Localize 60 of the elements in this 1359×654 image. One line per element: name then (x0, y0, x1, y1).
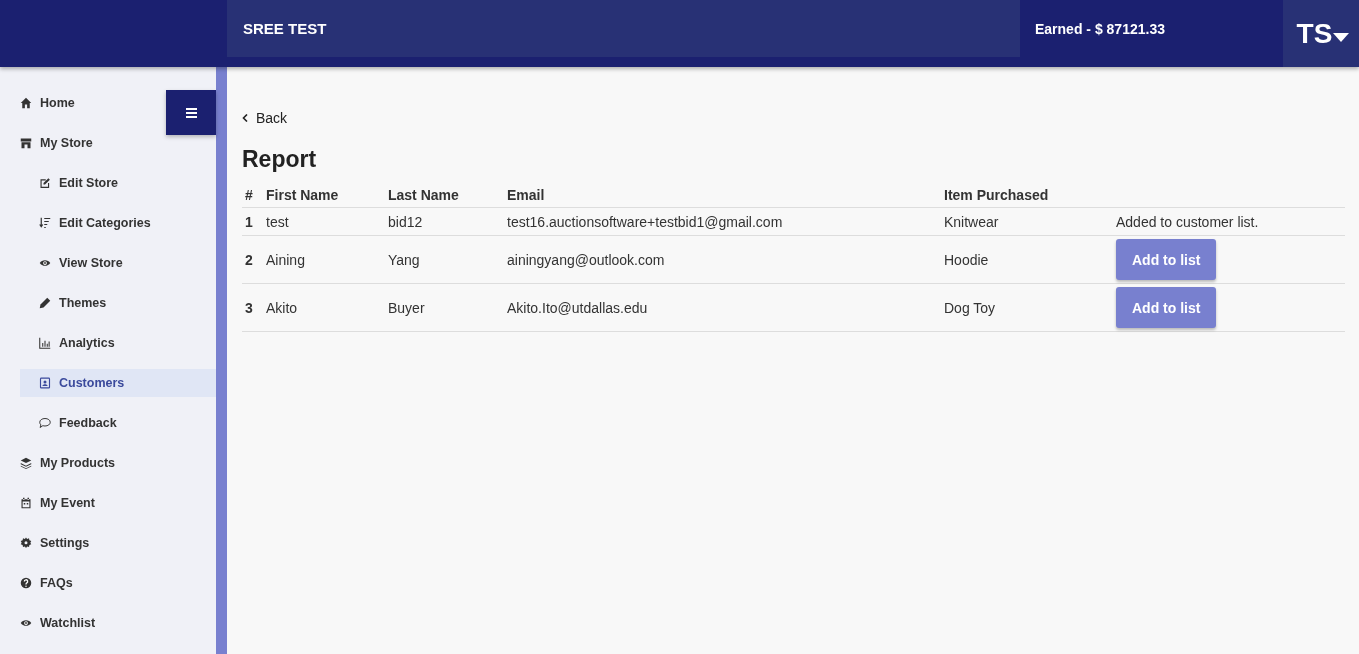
column-header: # (245, 187, 253, 203)
calendar-icon (20, 497, 32, 509)
back-link[interactable]: Back (242, 110, 288, 126)
add-to-list-button[interactable]: Add to list (1116, 239, 1217, 280)
sidebar-subitem[interactable]: Analytics (20, 329, 216, 357)
sidebar-item[interactable]: Watchlist (20, 609, 102, 637)
table-cell: ainingyang@outlook.com (507, 251, 665, 268)
column-header: Last Name (388, 187, 459, 203)
caret-icon (1333, 32, 1350, 43)
table-cell: Akito (266, 299, 298, 316)
sort-icon (39, 217, 51, 229)
sidebar-item[interactable]: FAQs (20, 569, 79, 597)
user-menu-button[interactable]: TS (1283, 0, 1359, 67)
settings-icon (20, 537, 32, 549)
sidebar-subitem[interactable]: Customers (20, 369, 216, 397)
sidebar-item[interactable]: Home (20, 89, 81, 117)
earned-amount: Earned - $ 87121.33 (1034, 20, 1166, 39)
store-name: SREE TEST (243, 20, 327, 37)
sidebar-subitem[interactable]: Edit Categories (20, 209, 216, 237)
store-icon (20, 137, 32, 149)
table-cell: Yang (388, 251, 420, 268)
layers-icon (20, 457, 32, 469)
table-cell: Aining (266, 251, 305, 268)
add-to-list-button[interactable]: Add to list (1116, 287, 1217, 328)
sidebar-item[interactable]: My Products (20, 449, 121, 477)
table-cell: Hoodie (944, 251, 989, 268)
edit-icon (39, 177, 51, 189)
chevron-left-icon (242, 114, 248, 122)
speech-bubble-icon (39, 417, 51, 429)
table-cell: Dog Toy (944, 299, 996, 316)
table-cell: Akito.Ito@utdallas.edu (507, 299, 648, 316)
table-cell: test (266, 213, 289, 230)
sidebar-subitem[interactable]: Feedback (20, 409, 216, 437)
table-cell: 2 (245, 251, 253, 268)
menu-icon (185, 107, 197, 118)
home-icon (20, 97, 32, 109)
contact-card-icon (39, 377, 51, 389)
column-header: First Name (266, 187, 339, 203)
page-title: Report (242, 146, 318, 173)
pencil-icon (39, 297, 51, 309)
status-text: Added to customer list. (1116, 213, 1259, 230)
sidebar-subitem[interactable]: Edit Store (20, 169, 216, 197)
sidebar-subitem[interactable]: Themes (20, 289, 216, 317)
column-header: Item Purchased (944, 187, 1049, 203)
table-cell: Knitwear (944, 213, 999, 230)
sidebar-item[interactable]: My Event (20, 489, 101, 517)
table-cell: Buyer (388, 299, 425, 316)
help-icon (20, 577, 32, 589)
eye-icon (39, 257, 51, 269)
table-cell: 1 (245, 213, 253, 230)
table-cell: test16.auctionsoftware+testbid1@gmail.com (507, 213, 783, 230)
table-cell: bid12 (388, 213, 423, 230)
column-header: Email (507, 187, 545, 203)
bar-chart-icon (39, 337, 51, 349)
sidebar-subitem[interactable]: View Store (20, 249, 216, 277)
table-cell: 3 (245, 299, 253, 316)
sidebar-item[interactable]: Settings (20, 529, 96, 557)
sidebar-item[interactable]: My Store (20, 129, 99, 157)
menu-toggle-button[interactable] (166, 90, 216, 135)
eye-icon (20, 617, 32, 629)
